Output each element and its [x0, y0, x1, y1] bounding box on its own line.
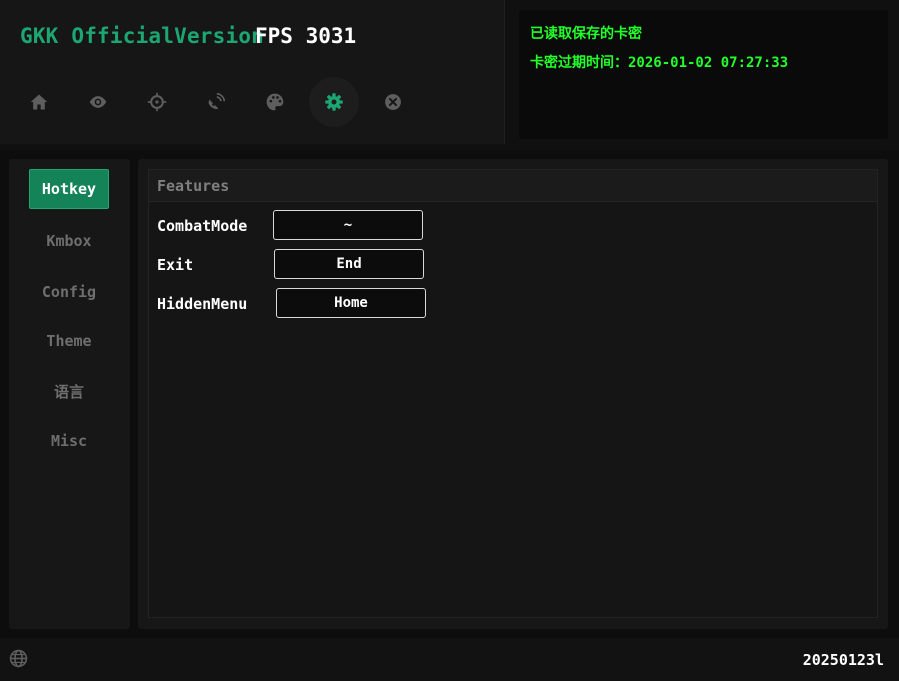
- gear-icon: [325, 93, 343, 111]
- combat-mode-label: CombatMode: [157, 217, 248, 235]
- tab-visuals[interactable]: [73, 77, 123, 127]
- eye-icon: [89, 96, 107, 108]
- license-loaded-text: 已读取保存的卡密: [530, 26, 642, 42]
- home-icon: [30, 94, 48, 110]
- sidebar-item-config[interactable]: Config: [29, 272, 109, 312]
- hidden-menu-label: HiddenMenu: [157, 295, 248, 313]
- sidebar-item-hotkey[interactable]: Hotkey: [29, 169, 109, 209]
- features-title: Features: [149, 170, 877, 202]
- globe-icon[interactable]: [9, 649, 28, 668]
- sidebar: Hotkey Kmbox Config Theme 语言 Misc: [9, 159, 130, 629]
- exit-label: Exit: [157, 256, 194, 274]
- tab-settings[interactable]: [309, 77, 359, 127]
- tab-home[interactable]: [14, 77, 64, 127]
- crosshair-icon: [147, 92, 167, 112]
- sidebar-item-misc[interactable]: Misc: [29, 421, 109, 461]
- features-group: Features CombatMode ~ Exit End HiddenMen…: [148, 169, 878, 618]
- close-circle-icon: [385, 94, 401, 110]
- license-expiry-text: 卡密过期时间：2026-01-02 07:27:33: [530, 55, 789, 71]
- footer-bar: 20250123l: [0, 638, 899, 681]
- version-label: 20250123l: [802, 651, 884, 669]
- combat-mode-key-button[interactable]: ~: [273, 210, 423, 240]
- sidebar-item-language[interactable]: 语言: [29, 371, 109, 411]
- app-title: GKK OfficialVersion: [20, 24, 265, 48]
- sidebar-item-kmbox[interactable]: Kmbox: [29, 221, 109, 261]
- top-tab-bar: [14, 77, 418, 133]
- sidebar-item-theme[interactable]: Theme: [29, 321, 109, 361]
- tab-radar[interactable]: [191, 77, 241, 127]
- satellite-icon: [208, 92, 226, 110]
- main-panel: Features CombatMode ~ Exit End HiddenMen…: [138, 159, 888, 629]
- exit-key-button[interactable]: End: [274, 249, 424, 279]
- fps-counter: FPS 3031: [255, 24, 357, 48]
- tab-exit[interactable]: [368, 77, 418, 127]
- title-panel: GKK OfficialVersion FPS 3031: [0, 0, 505, 144]
- tab-theme[interactable]: [250, 77, 300, 127]
- hidden-menu-key-button[interactable]: Home: [276, 288, 426, 318]
- header: GKK OfficialVersion FPS 3031 已读取保存的卡密 卡密…: [0, 0, 899, 150]
- license-status-panel: 已读取保存的卡密 卡密过期时间：2026-01-02 07:27:33: [519, 10, 888, 139]
- tab-aim[interactable]: [132, 77, 182, 127]
- palette-icon: [266, 93, 284, 111]
